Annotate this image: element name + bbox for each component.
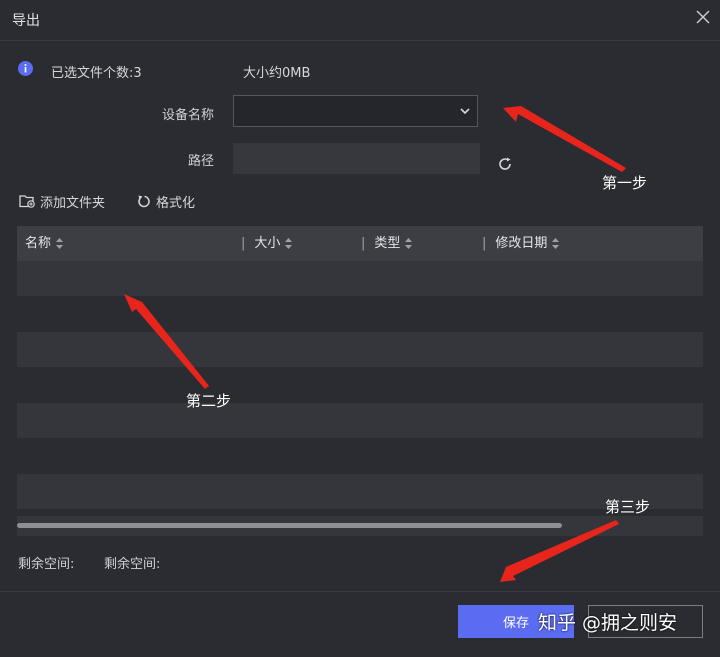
path-input[interactable] [233, 143, 480, 174]
table-row [17, 367, 703, 402]
approx-size: 大小约0MB [243, 66, 311, 81]
column-date-label: 修改日期 [495, 236, 548, 251]
dialog-title: 导出 [12, 13, 40, 29]
device-name-label: 设备名称 [161, 108, 214, 123]
add-folder-label: 添加文件夹 [40, 195, 106, 211]
device-name-select[interactable] [233, 95, 478, 127]
column-header-name[interactable]: 名称 [25, 226, 64, 261]
rotate-icon [138, 195, 150, 207]
table-row [17, 474, 703, 509]
sort-icon [285, 238, 293, 249]
chevron-down-icon [460, 108, 470, 115]
column-separator: | [241, 236, 246, 251]
column-type-label: 类型 [374, 236, 401, 251]
step-3-label: 第三步 [605, 498, 651, 516]
table-header: 名称 | 大小 | 类型 | 修改日期 [17, 226, 703, 261]
table-row [17, 438, 703, 473]
free-space-label-2: 剩余空间: [104, 557, 161, 572]
format-label: 格式化 [156, 195, 196, 211]
selected-files-count: 已选文件个数:3 [51, 66, 142, 81]
file-table: 名称 | 大小 | 类型 | 修改日期 [17, 226, 703, 536]
column-header-size[interactable]: | 大小 [241, 226, 293, 261]
step-2-label: 第二步 [186, 392, 232, 410]
horizontal-scrollbar[interactable] [17, 523, 562, 528]
step-1-label: 第一步 [602, 174, 648, 192]
arrow-step1 [503, 106, 626, 172]
add-folder-button[interactable]: 添加文件夹 [19, 192, 106, 211]
title-bar: 导出 [0, 0, 720, 41]
sort-icon [552, 238, 560, 249]
info-icon [18, 61, 33, 76]
path-label: 路径 [187, 154, 214, 169]
column-header-type[interactable]: | 类型 [361, 226, 413, 261]
sort-icon [56, 238, 64, 249]
column-name-label: 名称 [25, 236, 52, 251]
free-space-label: 剩余空间: [18, 557, 75, 572]
watermark: 知乎 @拥之则安 [538, 612, 678, 634]
column-separator: | [361, 236, 366, 251]
table-row [17, 403, 703, 438]
footer-divider [0, 591, 720, 592]
refresh-icon[interactable] [497, 156, 513, 172]
table-row [17, 261, 703, 296]
column-header-modified-date[interactable]: | 修改日期 [482, 226, 560, 261]
close-icon[interactable] [692, 6, 714, 28]
table-row [17, 332, 703, 367]
column-separator: | [482, 236, 487, 251]
export-dialog: 导出 已选文件个数:3 大小约0MB 设备名称 路径 添加文件夹 格式化 名称 … [0, 0, 720, 657]
folder-add-icon [19, 194, 35, 208]
column-size-label: 大小 [254, 236, 281, 251]
sort-icon [405, 238, 413, 249]
table-row [17, 296, 703, 331]
format-button[interactable]: 格式化 [137, 192, 196, 211]
